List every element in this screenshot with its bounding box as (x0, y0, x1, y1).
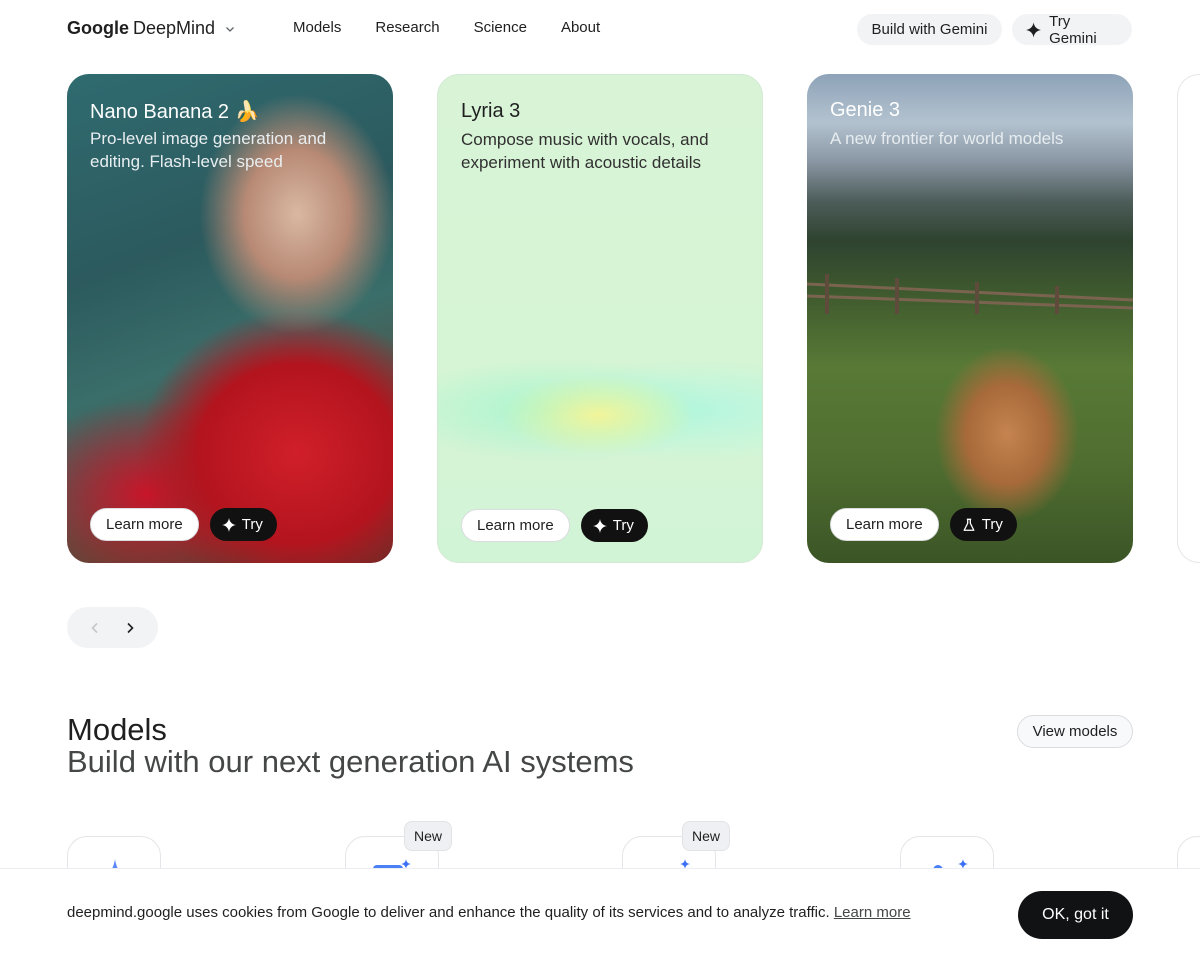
sparkle-icon (592, 518, 607, 533)
learn-more-button[interactable]: Learn more (461, 509, 570, 542)
nav-item-science[interactable]: Science (474, 19, 527, 36)
try-label: Try (612, 517, 634, 534)
flask-icon (963, 518, 975, 531)
carousel-prev-button[interactable] (83, 616, 107, 640)
try-label: Try (981, 516, 1003, 533)
view-models-label: View models (1032, 723, 1118, 740)
cookie-text-container: deepmind.google uses cookies from Google… (67, 904, 911, 921)
card-description: A new frontier for world models (830, 129, 1064, 148)
google-deepmind-logo[interactable]: Google DeepMind (67, 18, 235, 39)
try-label: Try (241, 516, 263, 533)
models-heading: Models (67, 712, 167, 747)
cookie-ok-label: OK, got it (1042, 906, 1109, 923)
fence-illustration (807, 274, 1133, 314)
try-button[interactable]: Try (949, 508, 1017, 541)
try-gemini-label: Try Gemini (1049, 12, 1097, 47)
sparkle-icon (221, 517, 236, 532)
new-badge: New (404, 821, 453, 851)
chevron-left-icon (91, 622, 98, 633)
card-nano-banana[interactable]: Nano Banana 2 🍌 Pro-level image generati… (67, 74, 393, 563)
main-nav: Models Research Science About (293, 19, 600, 36)
card-actions: Learn more Try (461, 509, 648, 542)
card-actions: Learn more Try (90, 508, 277, 541)
card-lyria[interactable]: Lyria 3 Compose music with vocals, and e… (437, 74, 763, 563)
chevron-down-icon[interactable] (225, 24, 235, 34)
build-with-gemini-label: Build with Gemini (871, 21, 988, 38)
carousel-next-button[interactable] (118, 616, 142, 640)
cookie-ok-button[interactable]: OK, got it (1018, 891, 1133, 939)
learn-more-button[interactable]: Learn more (90, 508, 199, 541)
card-title: Nano Banana 2 🍌 (90, 101, 260, 123)
card-description: Compose music with vocals, and experimen… (461, 130, 709, 172)
carousel-controls (67, 607, 158, 648)
cookie-message: deepmind.google uses cookies from Google… (67, 904, 830, 921)
card-next-partial[interactable] (1177, 74, 1200, 563)
nav-item-about[interactable]: About (561, 19, 600, 36)
nav-item-models[interactable]: Models (293, 19, 341, 36)
card-title: Genie 3 (830, 99, 901, 121)
card-title: Lyria 3 (461, 100, 521, 122)
learn-more-label: Learn more (846, 516, 923, 533)
new-badge: New (682, 821, 731, 851)
try-gemini-button[interactable]: Try Gemini (1012, 12, 1132, 47)
build-with-gemini-button[interactable]: Build with Gemini (857, 14, 1002, 45)
card-description: Pro-level image generation and editing. … (90, 129, 327, 171)
logo-deepmind-text: DeepMind (133, 18, 216, 38)
logo-google-text: Google (67, 18, 129, 38)
chevron-right-icon (127, 622, 134, 633)
learn-more-label: Learn more (477, 517, 554, 534)
cookie-learn-more-link[interactable]: Learn more (834, 904, 911, 921)
learn-more-label: Learn more (106, 516, 183, 533)
view-models-button[interactable]: View models (1017, 715, 1133, 748)
try-button[interactable]: Try (580, 509, 648, 542)
card-genie[interactable]: Genie 3 A new frontier for world models … (807, 74, 1133, 563)
models-subheading: Build with our next generation AI system… (67, 744, 634, 779)
site-header: Google DeepMind Models Research Science … (0, 0, 1200, 58)
sparkle-icon (1026, 21, 1042, 38)
card-actions: Learn more Try (830, 508, 1017, 541)
nav-item-research[interactable]: Research (375, 19, 439, 36)
learn-more-button[interactable]: Learn more (830, 508, 939, 541)
cookie-banner: deepmind.google uses cookies from Google… (0, 868, 1200, 960)
try-button[interactable]: Try (209, 508, 277, 541)
